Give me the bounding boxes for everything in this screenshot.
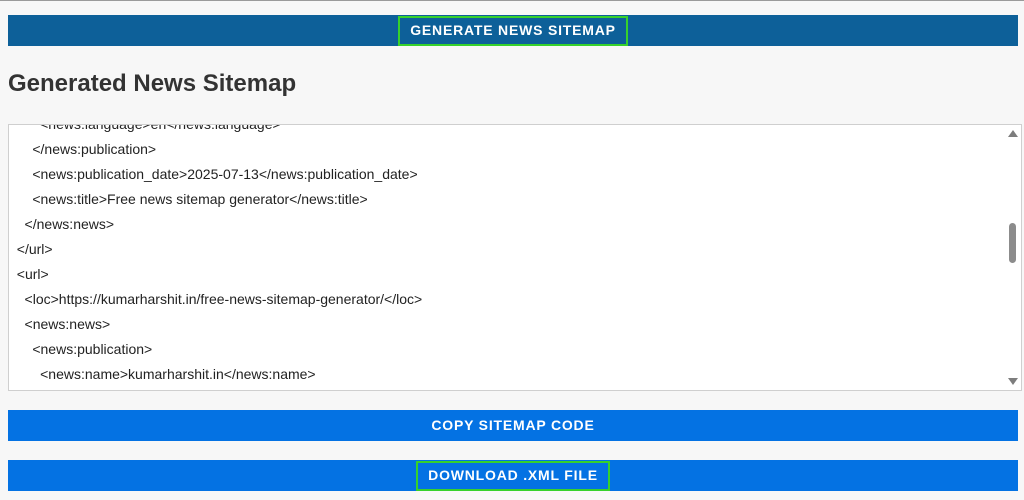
code-line: <url>: [9, 266, 49, 282]
scroll-down-icon[interactable]: [1008, 378, 1018, 385]
code-scrollbar[interactable]: [1005, 125, 1021, 390]
download-xml-file-button[interactable]: DOWNLOAD .XML FILE: [8, 460, 1018, 491]
generate-news-sitemap-button[interactable]: GENERATE NEWS SITEMAP: [8, 15, 1018, 46]
code-line: <news:news>: [9, 316, 111, 332]
scroll-thumb[interactable]: [1009, 223, 1016, 263]
download-button-highlight: DOWNLOAD .XML FILE: [416, 460, 610, 491]
section-title: Generated News Sitemap: [8, 70, 297, 97]
code-line: <news:publication_date>2025-07-13</news:…: [9, 166, 418, 182]
code-line: <loc>https://kumarharshit.in/free-news-s…: [9, 291, 423, 307]
generate-button-label: GENERATE NEWS SITEMAP: [410, 22, 616, 38]
top-divider: [0, 0, 1024, 1]
code-line: <news:language>en</news:language>: [9, 387, 1005, 390]
code-line: </url>: [9, 241, 53, 257]
copy-sitemap-code-button[interactable]: COPY SITEMAP CODE: [8, 410, 1018, 441]
code-line: <news:name>kumarharshit.in</news:name>: [9, 366, 316, 382]
scroll-up-icon[interactable]: [1008, 130, 1018, 137]
generate-button-highlight: GENERATE NEWS SITEMAP: [398, 15, 628, 46]
code-line: </news:news>: [9, 216, 115, 232]
code-line: <news:language>en</news:language>: [9, 124, 281, 132]
download-button-label: DOWNLOAD .XML FILE: [428, 467, 598, 483]
code-line: </news:publication>: [9, 141, 157, 157]
sitemap-code-textarea[interactable]: <news:language>en</news:language> </news…: [8, 124, 1022, 391]
copy-button-label: COPY SITEMAP CODE: [431, 417, 595, 433]
code-lines-container: <news:language>en</news:language> </news…: [9, 124, 1005, 390]
sitemap-generator-page: GENERATE NEWS SITEMAP Generated News Sit…: [0, 0, 1024, 500]
code-line: <news:title>Free news sitemap generator<…: [9, 191, 368, 207]
code-line: <news:publication>: [9, 341, 153, 357]
